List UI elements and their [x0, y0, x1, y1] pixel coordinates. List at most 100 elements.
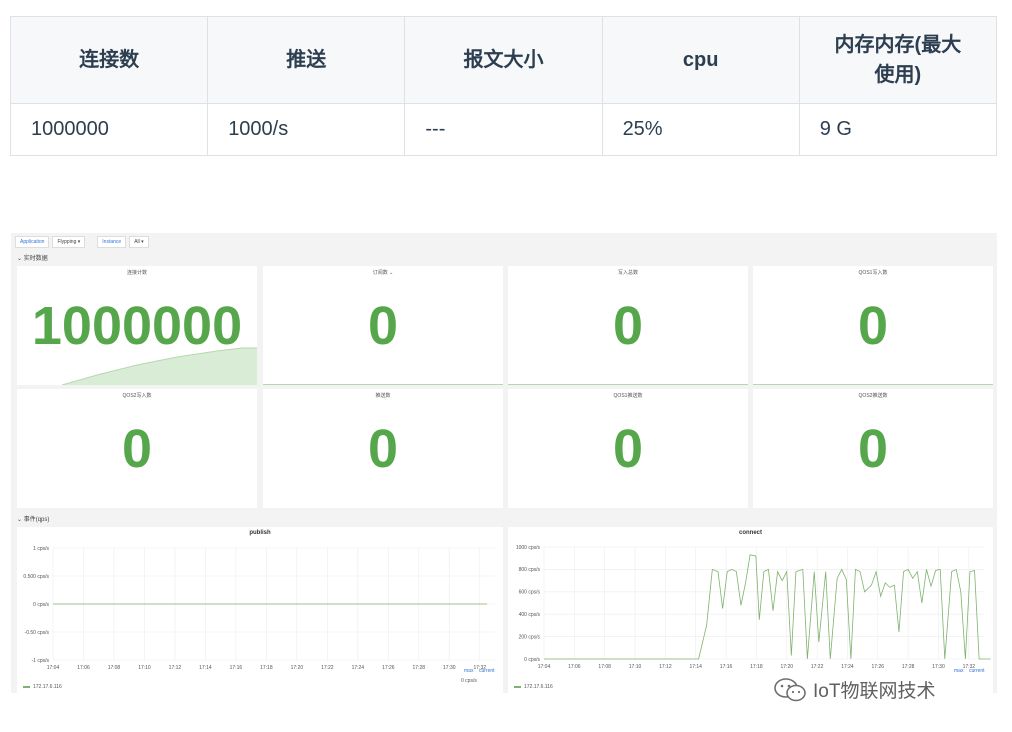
- stat-title: QOS1写入数: [858, 270, 888, 276]
- stat-panel-connections[interactable]: 连接计数 1000000: [17, 266, 257, 385]
- graph-panel-connect[interactable]: connect 1000 cps/s 800 cps/s 600 cps/s 400 …: [508, 527, 993, 693]
- x-tick-label: 17:18: [750, 664, 763, 670]
- x-tick-label: 17:24: [841, 664, 854, 670]
- x-tick-label: 17:22: [321, 665, 334, 671]
- stat-panel-writes[interactable]: 写入总数 0: [508, 266, 748, 385]
- legend-max-header[interactable]: max: [464, 668, 473, 674]
- stat-value: 1000000: [31, 296, 243, 356]
- stat-title[interactable]: 订阅数 ⌄: [263, 269, 503, 276]
- cell-push: 1000/s: [207, 103, 406, 156]
- y-tick-label: -1 cps/s: [31, 658, 49, 664]
- series-line: [544, 554, 991, 660]
- watermark: IoT物联网技术: [773, 676, 935, 703]
- y-tick-label: 0.500 cps/s: [23, 574, 49, 580]
- stat-panel-qos2-writes[interactable]: QOS2写入数 0: [17, 389, 257, 508]
- col-header-memory: 内存内存(最大 使用): [798, 16, 998, 104]
- x-tick-label: 17:16: [230, 665, 243, 671]
- col-header-memory-line2: 使用): [874, 64, 922, 86]
- connect-chart: 1000 cps/s 800 cps/s 600 cps/s 400 cps/s 200…: [516, 545, 991, 670]
- legend-swatch: [23, 686, 30, 688]
- application-variable-label: Application: [15, 236, 50, 248]
- cell-packet-size: ---: [404, 103, 603, 156]
- stat-title: 连接计数: [126, 270, 147, 276]
- stat-title: 写入总数: [617, 270, 638, 276]
- dashboard: Application Flypping ▾ Instance All ▾ ⌄ …: [11, 233, 997, 693]
- stat-value: 0: [612, 296, 644, 356]
- y-tick-label: 600 cps/s: [519, 590, 541, 596]
- x-tick-label: 17:30: [443, 665, 456, 671]
- watermark-text: IoT物联网技术: [813, 681, 936, 702]
- stat-panel-qos1-pushes[interactable]: QOS1推送数 0: [508, 389, 748, 508]
- legend-current-header[interactable]: current: [479, 668, 495, 674]
- x-tick-label: 17:22: [811, 664, 824, 670]
- stat-panel-pushes[interactable]: 推送数 0: [263, 389, 503, 508]
- x-tick-label: 17:16: [720, 664, 733, 670]
- publish-chart: 1 cps/s 0.500 cps/s 0 cps/s -0.50 cps/s -1 c…: [23, 546, 495, 671]
- instance-variable-select[interactable]: All ▾: [129, 236, 149, 248]
- x-tick-label: 17:18: [260, 665, 273, 671]
- cell-connections: 1000000: [9, 103, 209, 156]
- cell-memory: 9 G: [798, 103, 998, 156]
- stat-value: 0: [612, 419, 644, 479]
- stat-title: QOS2推送数: [858, 393, 888, 399]
- spec-table: 连接数 推送 报文大小 cpu 内存内存(最大 使用) 1000000 1000…: [9, 16, 998, 156]
- x-tick-label: 17:24: [352, 665, 365, 671]
- col-header-memory-line1: 内存内存(最大: [834, 34, 962, 56]
- x-tick-label: 17:28: [413, 665, 426, 671]
- y-tick-label: 400 cps/s: [519, 612, 541, 618]
- cell-cpu: 25%: [601, 103, 800, 156]
- x-tick-label: 17:14: [689, 664, 702, 670]
- stat-panel-qos2-pushes[interactable]: QOS2推送数 0: [753, 389, 993, 508]
- col-header-push: 推送: [207, 16, 406, 104]
- stat-value: 0: [367, 296, 399, 356]
- dashboard-toolbar: Application Flypping ▾ Instance All ▾: [15, 236, 149, 248]
- x-tick-label: 17:20: [291, 665, 304, 671]
- y-tick-label: 1 cps/s: [33, 546, 49, 552]
- col-header-connections: 连接数: [9, 16, 209, 104]
- table-header-row: 连接数 推送 报文大小 cpu 内存内存(最大 使用): [9, 16, 998, 104]
- y-tick-label: 1000 cps/s: [516, 545, 541, 551]
- stat-value: 0: [857, 296, 889, 356]
- stat-value: 0: [121, 419, 153, 479]
- x-tick-label: 17:04: [47, 665, 60, 671]
- x-tick-label: 17:08: [598, 664, 611, 670]
- x-tick-label: 17:08: [108, 665, 121, 671]
- y-tick-label: 0 cps/s: [524, 657, 540, 663]
- legend-current-value: 0 cps/s: [461, 678, 477, 684]
- stat-title: QOS2写入数: [122, 393, 152, 399]
- row-title-realtime[interactable]: ⌄ 实时数据: [17, 253, 48, 262]
- x-tick-label: 17:26: [872, 664, 885, 670]
- stat-value: 0: [367, 419, 399, 479]
- graph-panel-publish[interactable]: publish 1 cps/s 0.500 cps/s 0 cps/s -0.50 c…: [17, 527, 503, 693]
- application-variable-select[interactable]: Flypping ▾: [52, 236, 86, 248]
- x-tick-label: 17:20: [781, 664, 794, 670]
- table-row: 1000000 1000/s --- 25% 9 G: [9, 103, 998, 156]
- row-title-events[interactable]: ⌄ 事件(qps): [17, 514, 49, 523]
- stat-panel-subscriptions[interactable]: 订阅数 ⌄ 0: [263, 266, 503, 385]
- x-tick-label: 17:04: [538, 664, 551, 670]
- y-tick-label: 800 cps/s: [519, 567, 541, 573]
- legend-swatch: [514, 686, 521, 688]
- y-tick-label: -0.50 cps/s: [25, 630, 50, 636]
- col-header-packet-size: 报文大小: [404, 16, 603, 104]
- graph-legend: 172.17.6.116: [514, 684, 553, 690]
- legend-series-name[interactable]: 172.17.6.116: [524, 684, 553, 690]
- legend-max-header[interactable]: max: [954, 668, 963, 674]
- x-tick-label: 17:26: [382, 665, 395, 671]
- x-tick-label: 17:28: [902, 664, 915, 670]
- col-header-cpu: cpu: [601, 16, 800, 104]
- legend-series-name[interactable]: 172.17.6.116: [33, 684, 62, 690]
- x-tick-label: 17:10: [629, 664, 642, 670]
- y-tick-label: 200 cps/s: [519, 634, 541, 640]
- stat-title: QOS1推送数: [613, 393, 643, 399]
- x-tick-label: 17:14: [199, 665, 212, 671]
- x-tick-label: 17:30: [932, 664, 945, 670]
- x-tick-label: 17:06: [77, 665, 90, 671]
- graph-legend: 172.17.6.116: [23, 684, 62, 690]
- legend-current-header[interactable]: current: [969, 668, 985, 674]
- x-tick-label: 17:12: [169, 665, 182, 671]
- y-tick-label: 0 cps/s: [33, 602, 49, 608]
- stat-panel-qos1-writes[interactable]: QOS1写入数 0: [753, 266, 993, 385]
- x-tick-label: 17:12: [659, 664, 672, 670]
- stat-title: 推送数: [375, 393, 391, 399]
